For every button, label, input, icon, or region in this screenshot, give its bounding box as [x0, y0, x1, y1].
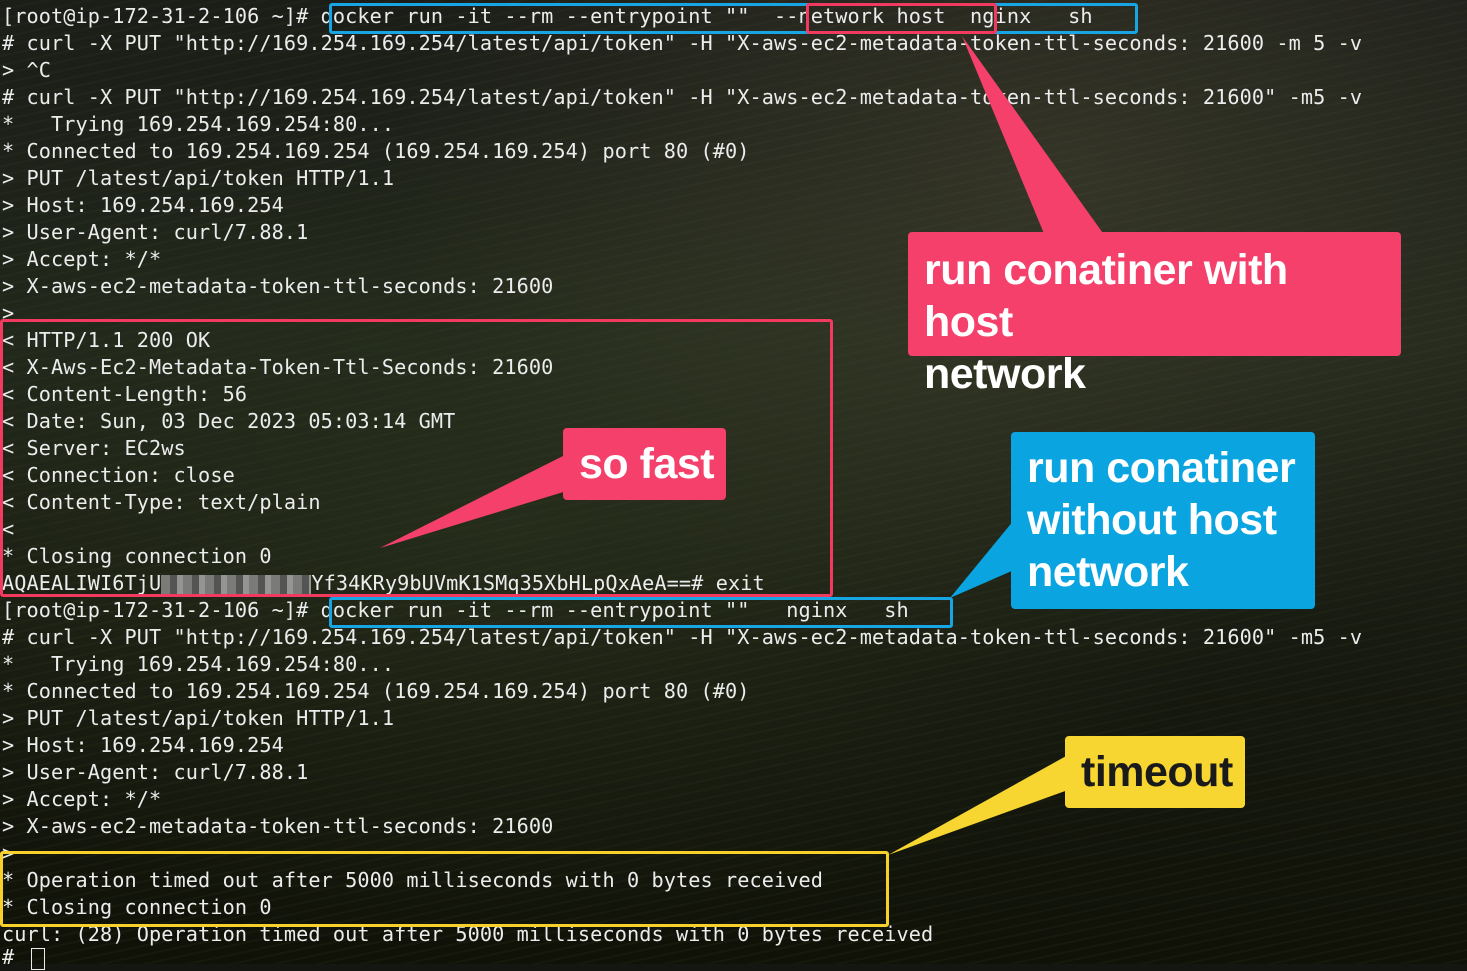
so-fast-callout: so fast: [563, 428, 726, 500]
host-network-callout-text: run conatiner with host network: [924, 246, 1288, 398]
without-host-callout-text: run conatiner without host network: [1027, 444, 1296, 596]
without-host-callout-tail: [950, 520, 1014, 598]
host-network-callout: run conatiner with host network: [908, 232, 1401, 398]
timeout-callout-text: timeout: [1081, 748, 1233, 796]
host-callout-tail: [962, 36, 1105, 236]
so-fast-callout-text: so fast: [579, 440, 715, 488]
fast-callout-tail: [380, 455, 570, 548]
timeout-callout-tail: [888, 755, 1068, 855]
without-host-callout: run conatiner without host network: [1011, 432, 1315, 609]
timeout-callout: timeout: [1065, 736, 1245, 808]
